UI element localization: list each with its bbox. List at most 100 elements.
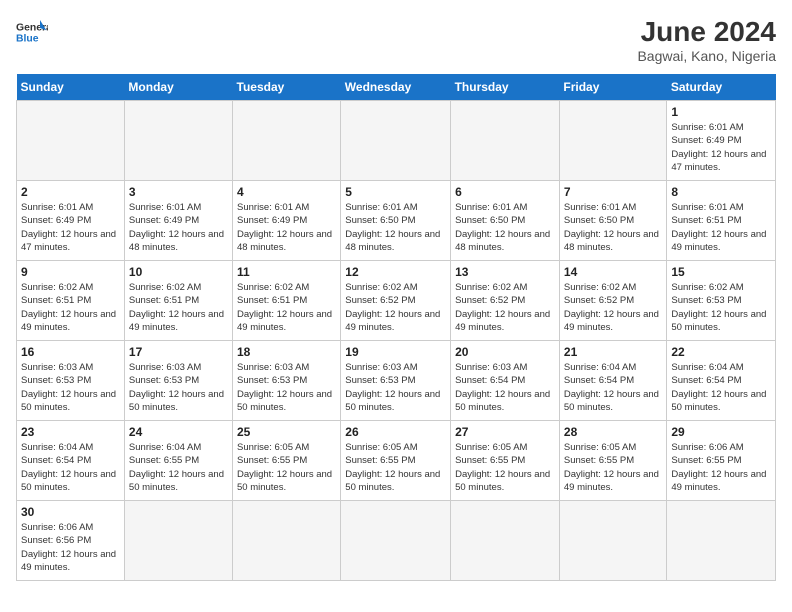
day-number: 11 — [237, 265, 336, 279]
weekday-header-monday: Monday — [124, 74, 232, 101]
calendar-cell — [451, 101, 560, 181]
day-number: 28 — [564, 425, 662, 439]
weekday-header-tuesday: Tuesday — [233, 74, 341, 101]
day-info: Sunrise: 6:04 AMSunset: 6:55 PMDaylight:… — [129, 441, 228, 494]
calendar-cell — [451, 501, 560, 581]
calendar-cell: 19 Sunrise: 6:03 AMSunset: 6:53 PMDayligh… — [341, 341, 451, 421]
day-info: Sunrise: 6:03 AMSunset: 6:53 PMDaylight:… — [21, 361, 120, 414]
day-info: Sunrise: 6:01 AMSunset: 6:49 PMDaylight:… — [21, 201, 120, 254]
calendar-week-row: 2 Sunrise: 6:01 AMSunset: 6:49 PMDaylight… — [17, 181, 776, 261]
day-number: 21 — [564, 345, 662, 359]
calendar-cell: 3Sunrise: 6:01 AMSunset: 6:49 PMDaylight… — [124, 181, 232, 261]
calendar-cell: 15 Sunrise: 6:02 AMSunset: 6:53 PMDayligh… — [667, 261, 776, 341]
day-info: Sunrise: 6:01 AMSunset: 6:49 PMDaylight:… — [671, 121, 771, 174]
calendar-cell: 2 Sunrise: 6:01 AMSunset: 6:49 PMDaylight… — [17, 181, 125, 261]
calendar-cell: 1 Sunrise: 6:01 AMSunset: 6:49 PMDaylight… — [667, 101, 776, 181]
calendar-cell — [341, 101, 451, 181]
day-number: 8 — [671, 185, 771, 199]
weekday-header-sunday: Sunday — [17, 74, 125, 101]
day-info: Sunrise: 6:06 AMSunset: 6:56 PMDaylight:… — [21, 521, 120, 574]
calendar-cell: 18 Sunrise: 6:03 AMSunset: 6:53 PMDayligh… — [233, 341, 341, 421]
calendar-week-row: 23 Sunrise: 6:04 AMSunset: 6:54 PMDayligh… — [17, 421, 776, 501]
day-info: Sunrise: 6:05 AMSunset: 6:55 PMDaylight:… — [345, 441, 446, 494]
day-number: 13 — [455, 265, 555, 279]
day-number: 15 — [671, 265, 771, 279]
day-number: 24 — [129, 425, 228, 439]
calendar-cell: 27 Sunrise: 6:05 AMSunset: 6:55 PMDayligh… — [451, 421, 560, 501]
day-info: Sunrise: 6:02 AMSunset: 6:53 PMDaylight:… — [671, 281, 771, 334]
calendar-cell: 9 Sunrise: 6:02 AMSunset: 6:51 PMDaylight… — [17, 261, 125, 341]
day-info: Sunrise: 6:02 AMSunset: 6:51 PMDaylight:… — [21, 281, 120, 334]
day-info: Sunrise: 6:02 AMSunset: 6:52 PMDaylight:… — [345, 281, 446, 334]
day-number: 17 — [129, 345, 228, 359]
location: Bagwai, Kano, Nigeria — [637, 48, 776, 64]
calendar-cell: 16 Sunrise: 6:03 AMSunset: 6:53 PMDayligh… — [17, 341, 125, 421]
day-number: 9 — [21, 265, 120, 279]
day-info: Sunrise: 6:01 AMSunset: 6:50 PMDaylight:… — [564, 201, 662, 254]
day-info: Sunrise: 6:01 AMSunset: 6:49 PMDaylight:… — [237, 201, 336, 254]
calendar-cell: 24 Sunrise: 6:04 AMSunset: 6:55 PMDayligh… — [124, 421, 232, 501]
day-number: 22 — [671, 345, 771, 359]
page-header: General Blue June 2024 Bagwai, Kano, Nig… — [16, 16, 776, 64]
day-number: 20 — [455, 345, 555, 359]
day-info: Sunrise: 6:01 AMSunset: 6:50 PMDaylight:… — [455, 201, 555, 254]
calendar-cell: 29Sunrise: 6:06 AMSunset: 6:55 PMDayligh… — [667, 421, 776, 501]
calendar-cell — [559, 101, 666, 181]
svg-text:Blue: Blue — [16, 34, 39, 45]
day-number: 19 — [345, 345, 446, 359]
day-number: 10 — [129, 265, 228, 279]
calendar-cell: 17Sunrise: 6:03 AMSunset: 6:53 PMDayligh… — [124, 341, 232, 421]
calendar-cell — [559, 501, 666, 581]
day-number: 25 — [237, 425, 336, 439]
calendar-cell: 25 Sunrise: 6:05 AMSunset: 6:55 PMDayligh… — [233, 421, 341, 501]
logo: General Blue — [16, 16, 48, 48]
calendar-cell: 6 Sunrise: 6:01 AMSunset: 6:50 PMDaylight… — [451, 181, 560, 261]
calendar-cell: 11 Sunrise: 6:02 AMSunset: 6:51 PMDayligh… — [233, 261, 341, 341]
day-info: Sunrise: 6:03 AMSunset: 6:53 PMDaylight:… — [237, 361, 336, 414]
calendar-cell — [124, 501, 232, 581]
calendar-cell: 10 Sunrise: 6:02 AMSunset: 6:51 PMDayligh… — [124, 261, 232, 341]
calendar-cell: 26 Sunrise: 6:05 AMSunset: 6:55 PMDayligh… — [341, 421, 451, 501]
calendar-cell — [17, 101, 125, 181]
day-info: Sunrise: 6:01 AMSunset: 6:51 PMDaylight:… — [671, 201, 771, 254]
day-info: Sunrise: 6:04 AMSunset: 6:54 PMDaylight:… — [21, 441, 120, 494]
weekday-header-saturday: Saturday — [667, 74, 776, 101]
day-info: Sunrise: 6:03 AMSunset: 6:54 PMDaylight:… — [455, 361, 555, 414]
day-info: Sunrise: 6:03 AMSunset: 6:53 PMDaylight:… — [345, 361, 446, 414]
calendar-cell: 14 Sunrise: 6:02 AMSunset: 6:52 PMDayligh… — [559, 261, 666, 341]
day-info: Sunrise: 6:06 AMSunset: 6:55 PMDaylight:… — [671, 441, 771, 494]
calendar-cell: 4Sunrise: 6:01 AMSunset: 6:49 PMDaylight… — [233, 181, 341, 261]
day-info: Sunrise: 6:02 AMSunset: 6:51 PMDaylight:… — [237, 281, 336, 334]
calendar-cell: 13Sunrise: 6:02 AMSunset: 6:52 PMDayligh… — [451, 261, 560, 341]
day-info: Sunrise: 6:05 AMSunset: 6:55 PMDaylight:… — [455, 441, 555, 494]
day-number: 26 — [345, 425, 446, 439]
logo-icon: General Blue — [16, 16, 48, 48]
day-number: 23 — [21, 425, 120, 439]
day-number: 7 — [564, 185, 662, 199]
calendar-cell: 5Sunrise: 6:01 AMSunset: 6:50 PMDaylight… — [341, 181, 451, 261]
day-number: 18 — [237, 345, 336, 359]
calendar-cell: 21Sunrise: 6:04 AMSunset: 6:54 PMDayligh… — [559, 341, 666, 421]
calendar-cell — [341, 501, 451, 581]
calendar-cell: 22 Sunrise: 6:04 AMSunset: 6:54 PMDayligh… — [667, 341, 776, 421]
weekday-header-wednesday: Wednesday — [341, 74, 451, 101]
day-number: 3 — [129, 185, 228, 199]
day-number: 1 — [671, 105, 771, 119]
calendar-week-row: 30 Sunrise: 6:06 AMSunset: 6:56 PMDayligh… — [17, 501, 776, 581]
calendar-cell — [233, 501, 341, 581]
calendar-cell: 12Sunrise: 6:02 AMSunset: 6:52 PMDayligh… — [341, 261, 451, 341]
day-number: 14 — [564, 265, 662, 279]
calendar-week-row: 9 Sunrise: 6:02 AMSunset: 6:51 PMDaylight… — [17, 261, 776, 341]
day-number: 30 — [21, 505, 120, 519]
day-info: Sunrise: 6:02 AMSunset: 6:52 PMDaylight:… — [564, 281, 662, 334]
day-info: Sunrise: 6:02 AMSunset: 6:51 PMDaylight:… — [129, 281, 228, 334]
calendar-cell: 20 Sunrise: 6:03 AMSunset: 6:54 PMDayligh… — [451, 341, 560, 421]
day-number: 6 — [455, 185, 555, 199]
calendar-cell: 8 Sunrise: 6:01 AMSunset: 6:51 PMDaylight… — [667, 181, 776, 261]
day-number: 27 — [455, 425, 555, 439]
calendar-table: SundayMondayTuesdayWednesdayThursdayFrid… — [16, 74, 776, 581]
day-number: 2 — [21, 185, 120, 199]
day-info: Sunrise: 6:05 AMSunset: 6:55 PMDaylight:… — [237, 441, 336, 494]
day-info: Sunrise: 6:04 AMSunset: 6:54 PMDaylight:… — [671, 361, 771, 414]
day-number: 16 — [21, 345, 120, 359]
